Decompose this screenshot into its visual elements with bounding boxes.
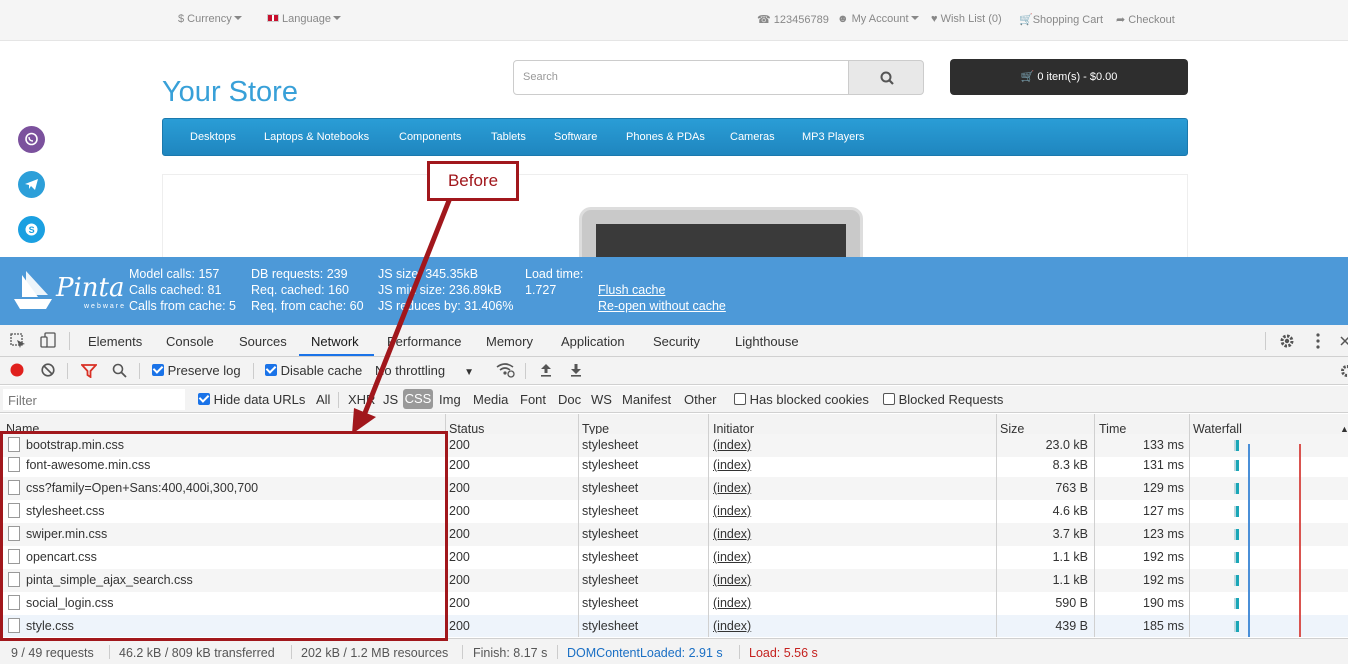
annotation-highlight-box [0, 431, 448, 641]
annotation-label: Before [427, 161, 519, 201]
